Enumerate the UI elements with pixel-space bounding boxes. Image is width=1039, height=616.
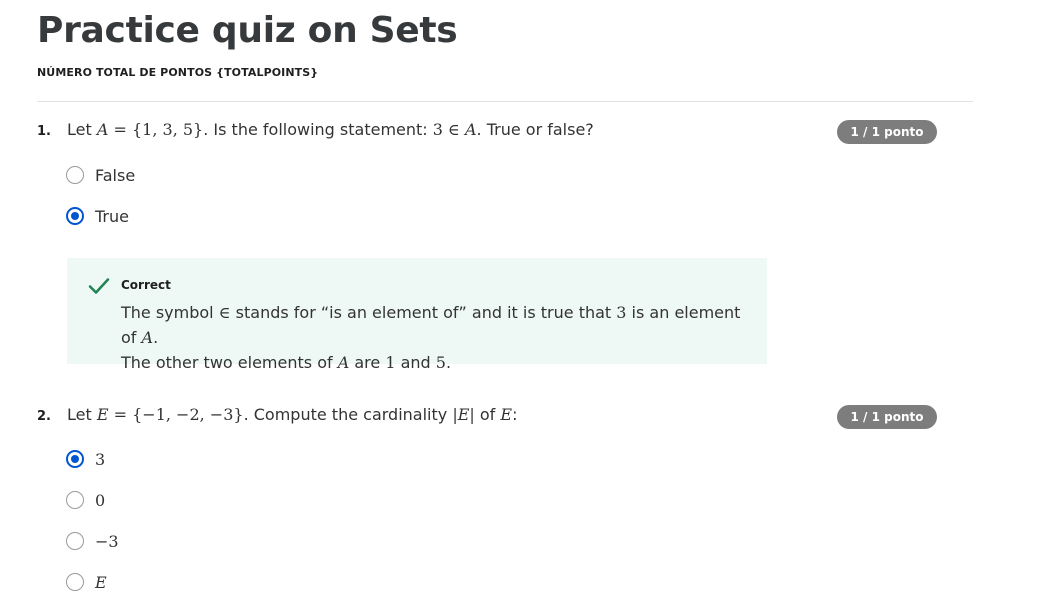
radio-button-selected[interactable] xyxy=(66,207,84,225)
fb-text: and xyxy=(395,353,436,372)
question-1-suffix: . True or false? xyxy=(476,120,594,139)
feedback-panel: Correct The symbol ∈ stands for “is an e… xyxy=(67,258,767,372)
radio-button[interactable] xyxy=(66,491,84,509)
fb-math-var: A xyxy=(337,353,350,372)
question-1-text: Let A = {1, 3, 5}. Is the following stat… xyxy=(67,120,594,139)
question-2-number: 2. xyxy=(37,409,51,424)
fb-text: are xyxy=(349,353,386,372)
page-title: Practice quiz on Sets xyxy=(37,10,458,51)
question-1-prefix: Let xyxy=(67,120,97,139)
question-1-stmt: 3 ∈ xyxy=(432,120,465,139)
question-2-var: E xyxy=(96,405,109,424)
question-1-option-true[interactable]: True xyxy=(66,205,129,227)
radio-button-selected[interactable] xyxy=(66,450,84,468)
check-icon xyxy=(88,278,110,294)
radio-button[interactable] xyxy=(66,166,84,184)
question-2-option-0[interactable]: 0 xyxy=(66,489,105,511)
question-1-mid: . Is the following statement: xyxy=(203,120,433,139)
fb-text: stands for “is an element of” and it is … xyxy=(230,303,617,322)
question-2-set: = {−1, −2, −3} xyxy=(108,405,244,424)
question-1-stmt-var: A xyxy=(464,120,477,139)
question-1-math-stmt: 3 ∈ A xyxy=(433,120,477,139)
question-2-cardinality: |E| xyxy=(452,405,475,424)
total-points-label: NÚMERO TOTAL DE PONTOS {TOTALPOINTS} xyxy=(37,66,319,79)
question-1-set: = {1, 3, 5} xyxy=(108,120,204,139)
radio-button[interactable] xyxy=(66,532,84,550)
option-label: True xyxy=(95,206,129,226)
question-2-var-e: E xyxy=(500,405,513,424)
question-1-var: A xyxy=(96,120,109,139)
question-1-math-set: A = {1, 3, 5} xyxy=(97,120,203,139)
fb-math: 5 xyxy=(435,353,446,372)
question-2-score-badge: 1 / 1 ponto xyxy=(837,405,937,429)
fb-text: . xyxy=(153,328,159,347)
question-2-mid: . Compute the cardinality xyxy=(243,405,453,424)
question-2-option-e[interactable]: E xyxy=(66,571,107,593)
question-1-score-badge: 1 / 1 ponto xyxy=(837,120,937,144)
fb-math: ∈ xyxy=(218,303,231,322)
feedback-explanation: The symbol ∈ stands for “is an element o… xyxy=(121,300,751,375)
fb-text: The other two elements of xyxy=(121,353,338,372)
option-label: 3 xyxy=(95,449,106,469)
radio-button[interactable] xyxy=(66,573,84,591)
fb-text: . xyxy=(445,353,452,372)
question-2-option-3[interactable]: 3 xyxy=(66,448,105,470)
question-2-prefix: Let xyxy=(67,405,97,424)
feedback-status: Correct xyxy=(121,278,171,292)
fb-math: 3 xyxy=(616,303,627,322)
option-label: −3 xyxy=(95,531,119,551)
option-label: 0 xyxy=(95,490,106,510)
question-2-math-set: E = {−1, −2, −3} xyxy=(97,405,244,424)
option-label: E xyxy=(95,572,107,592)
fb-math-var: A xyxy=(141,328,154,347)
option-label: False xyxy=(95,165,136,185)
fb-text: The symbol xyxy=(121,303,219,322)
question-1-option-false[interactable]: False xyxy=(66,164,135,186)
question-2-option-neg3[interactable]: −3 xyxy=(66,530,119,552)
header-divider xyxy=(37,101,973,102)
question-1-number: 1. xyxy=(37,124,51,139)
fb-math: 1 xyxy=(385,353,396,372)
question-2-of: of xyxy=(474,405,501,424)
question-2-text: Let E = {−1, −2, −3}. Compute the cardin… xyxy=(67,405,517,424)
question-2-suffix: : xyxy=(512,405,518,424)
